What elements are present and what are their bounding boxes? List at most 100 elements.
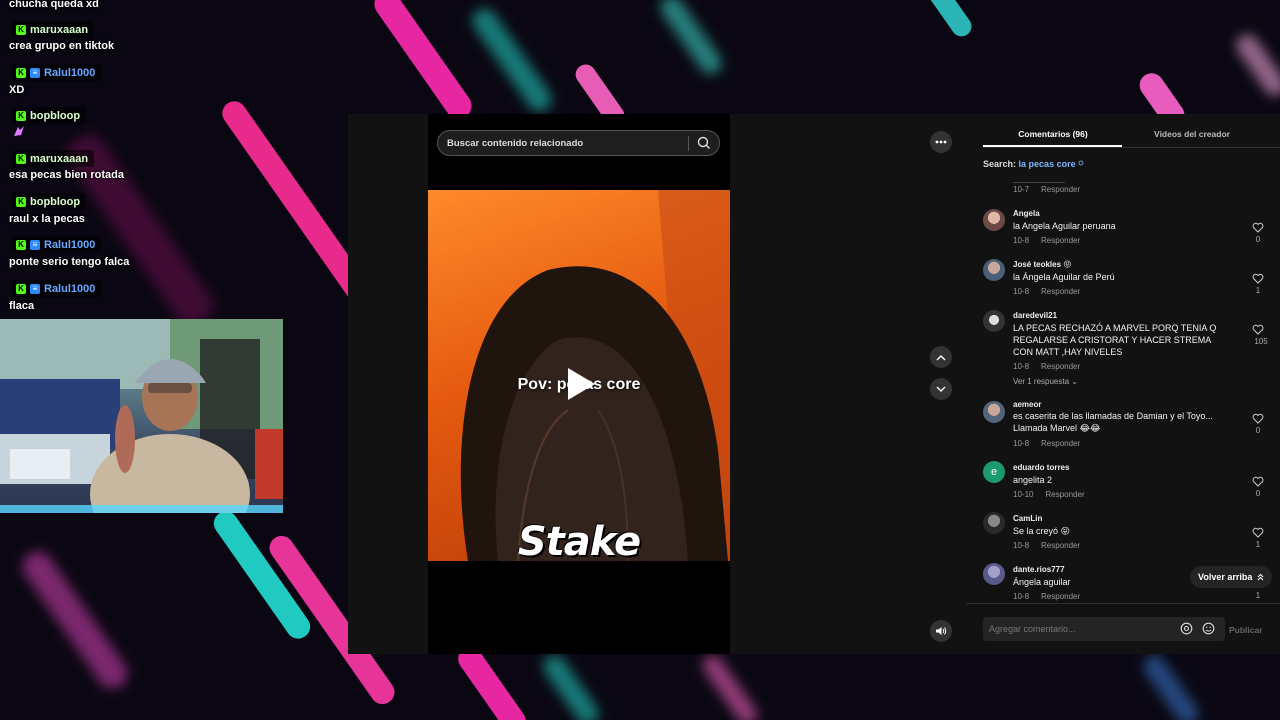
- comment-username[interactable]: eduardo torres: [1013, 463, 1069, 472]
- comment-text: Se la creyó 😝: [1013, 526, 1070, 536]
- tiktok-window: Buscar contenido relacionado Pov: pecas …: [348, 114, 1280, 654]
- kick-badge-icon: K: [16, 239, 26, 250]
- reply-link[interactable]: Responder: [1041, 592, 1080, 601]
- heart-icon[interactable]: [1252, 413, 1264, 424]
- like-count: 1: [1255, 286, 1261, 295]
- view-replies-link[interactable]: Ver 1 respuesta ⌄: [1013, 377, 1078, 386]
- avatar[interactable]: [983, 209, 1005, 231]
- video-column: Buscar contenido relacionado Pov: pecas …: [428, 114, 730, 654]
- chat-message-text: XD: [9, 84, 25, 96]
- stake-logo: Stake: [517, 519, 641, 565]
- comment-date: 10-10: [1013, 490, 1034, 499]
- more-options-button[interactable]: [930, 131, 952, 153]
- comment-text: angelita 2: [1013, 475, 1053, 485]
- reply-link[interactable]: Responder: [1041, 185, 1080, 194]
- like-count: 0: [1255, 426, 1261, 435]
- emoji-icon[interactable]: [1202, 622, 1215, 635]
- comment-date: 10-8: [1013, 592, 1030, 601]
- chat-username-tag: K bopbloop: [12, 193, 87, 210]
- add-comment-input[interactable]: Agregar comentario...: [983, 617, 1225, 641]
- related-search-bar[interactable]: Buscar contenido relacionado: [437, 130, 720, 156]
- chat-username-tag: K maruxaaan: [12, 21, 95, 38]
- bg-streak: [369, 0, 477, 124]
- chat-username-tag: K ≡ Ralul1000: [12, 64, 102, 81]
- like-count: 105: [1254, 337, 1268, 346]
- comment-date: 10-8: [1013, 287, 1030, 296]
- reply-link[interactable]: Responder: [1041, 541, 1080, 550]
- avatar[interactable]: [983, 310, 1005, 332]
- chat-message-text: chucha queda xd: [9, 0, 99, 10]
- comment-meta: 10-8 Responder: [1013, 541, 1080, 550]
- subscriber-badge-icon: ≡: [30, 283, 40, 294]
- volume-button[interactable]: [930, 620, 952, 642]
- reply-link[interactable]: Responder: [1041, 439, 1080, 448]
- comment-username[interactable]: daredevil21: [1013, 311, 1057, 320]
- heart-icon[interactable]: [1252, 527, 1264, 538]
- comment-text: es caserita de las llamadas de Damian y …: [1013, 411, 1213, 433]
- active-tab-indicator: [983, 145, 1122, 147]
- comment-username[interactable]: José teokles 😝: [1013, 260, 1072, 269]
- comment-username[interactable]: aemeor: [1013, 400, 1041, 409]
- publish-button[interactable]: Publicar: [1229, 625, 1263, 635]
- subscriber-badge-icon: ≡: [30, 67, 40, 78]
- avatar[interactable]: [983, 259, 1005, 281]
- chat-username: Ralul1000: [44, 282, 96, 295]
- avatar[interactable]: [983, 512, 1005, 534]
- streamer-webcam: [0, 319, 283, 513]
- like-count: 0: [1255, 235, 1261, 244]
- heart-icon[interactable]: [1252, 273, 1264, 284]
- chat-message-text: crea grupo en tiktok: [9, 40, 115, 52]
- back-to-top-label: Volver arriba: [1198, 572, 1253, 582]
- search-icon[interactable]: [695, 134, 713, 152]
- chat-username-tag: K maruxaaan: [12, 150, 95, 167]
- avatar[interactable]: e: [983, 461, 1005, 483]
- comment-username[interactable]: CamLin: [1013, 514, 1042, 523]
- tab-divider: [983, 147, 1280, 148]
- avatar[interactable]: [983, 563, 1005, 585]
- comment-username[interactable]: dante.rios777: [1013, 565, 1065, 574]
- bg-streak: [924, 0, 976, 41]
- like-count: 0: [1255, 489, 1261, 498]
- kick-badge-icon: K: [16, 24, 26, 35]
- chat-username: Ralul1000: [44, 238, 96, 251]
- reply-link[interactable]: Responder: [1041, 362, 1080, 371]
- comment-meta: 10-8 Responder: [1013, 287, 1080, 296]
- scroll-divider: [1013, 182, 1065, 183]
- comments-panel: Comentarios (96) Videos del creador Sear…: [966, 114, 1280, 654]
- bg-streak: [16, 545, 134, 695]
- chat-message-text: ponte serio tengo falca: [9, 256, 130, 268]
- related-search-input[interactable]: Buscar contenido relacionado: [447, 138, 583, 149]
- next-video-button[interactable]: [930, 378, 952, 400]
- tab-creator-videos[interactable]: Videos del creador: [1136, 129, 1248, 139]
- emote-icon: [14, 126, 24, 136]
- webcam-scene: [0, 319, 283, 513]
- search-term-link[interactable]: la pecas core: [1019, 159, 1076, 169]
- heart-icon[interactable]: [1252, 222, 1264, 233]
- comment-search-term[interactable]: Search: la pecas core: [983, 159, 1085, 169]
- reply-link[interactable]: Responder: [1045, 490, 1084, 499]
- chat-username-tag: K ≡ Ralul1000: [12, 280, 102, 297]
- comment-meta: 10-8 Responder: [1013, 362, 1080, 371]
- comment-meta: 10-7 Responder: [1013, 185, 1080, 194]
- comment-text: LA PECAS RECHAZÓ A MARVEL PORQ TENIA Q R…: [1013, 323, 1217, 357]
- heart-icon[interactable]: [1252, 324, 1264, 335]
- comment-meta: 10-8 Responder: [1013, 592, 1080, 601]
- back-to-top-button[interactable]: Volver arriba: [1190, 566, 1273, 588]
- bg-streak: [1139, 650, 1203, 720]
- comment-meta: 10-8 Responder: [1013, 236, 1080, 245]
- reply-link[interactable]: Responder: [1041, 287, 1080, 296]
- previous-video-button[interactable]: [930, 346, 952, 368]
- avatar[interactable]: [983, 401, 1005, 423]
- play-icon[interactable]: [565, 366, 597, 402]
- tab-comments[interactable]: Comentarios (96): [982, 129, 1124, 139]
- bg-streak: [467, 3, 557, 117]
- chat-message-text: flaca: [9, 300, 35, 312]
- heart-icon[interactable]: [1252, 476, 1264, 487]
- mention-icon[interactable]: [1180, 622, 1193, 635]
- comment-text: la Angela Aguilar peruana: [1013, 221, 1116, 231]
- comment-text: la Ángela Aguilar de Perú: [1013, 272, 1115, 282]
- chat-username: bopbloop: [30, 109, 81, 122]
- comment-username[interactable]: Angela: [1013, 209, 1040, 218]
- reply-link[interactable]: Responder: [1041, 236, 1080, 245]
- comment-date: 10-8: [1013, 439, 1030, 448]
